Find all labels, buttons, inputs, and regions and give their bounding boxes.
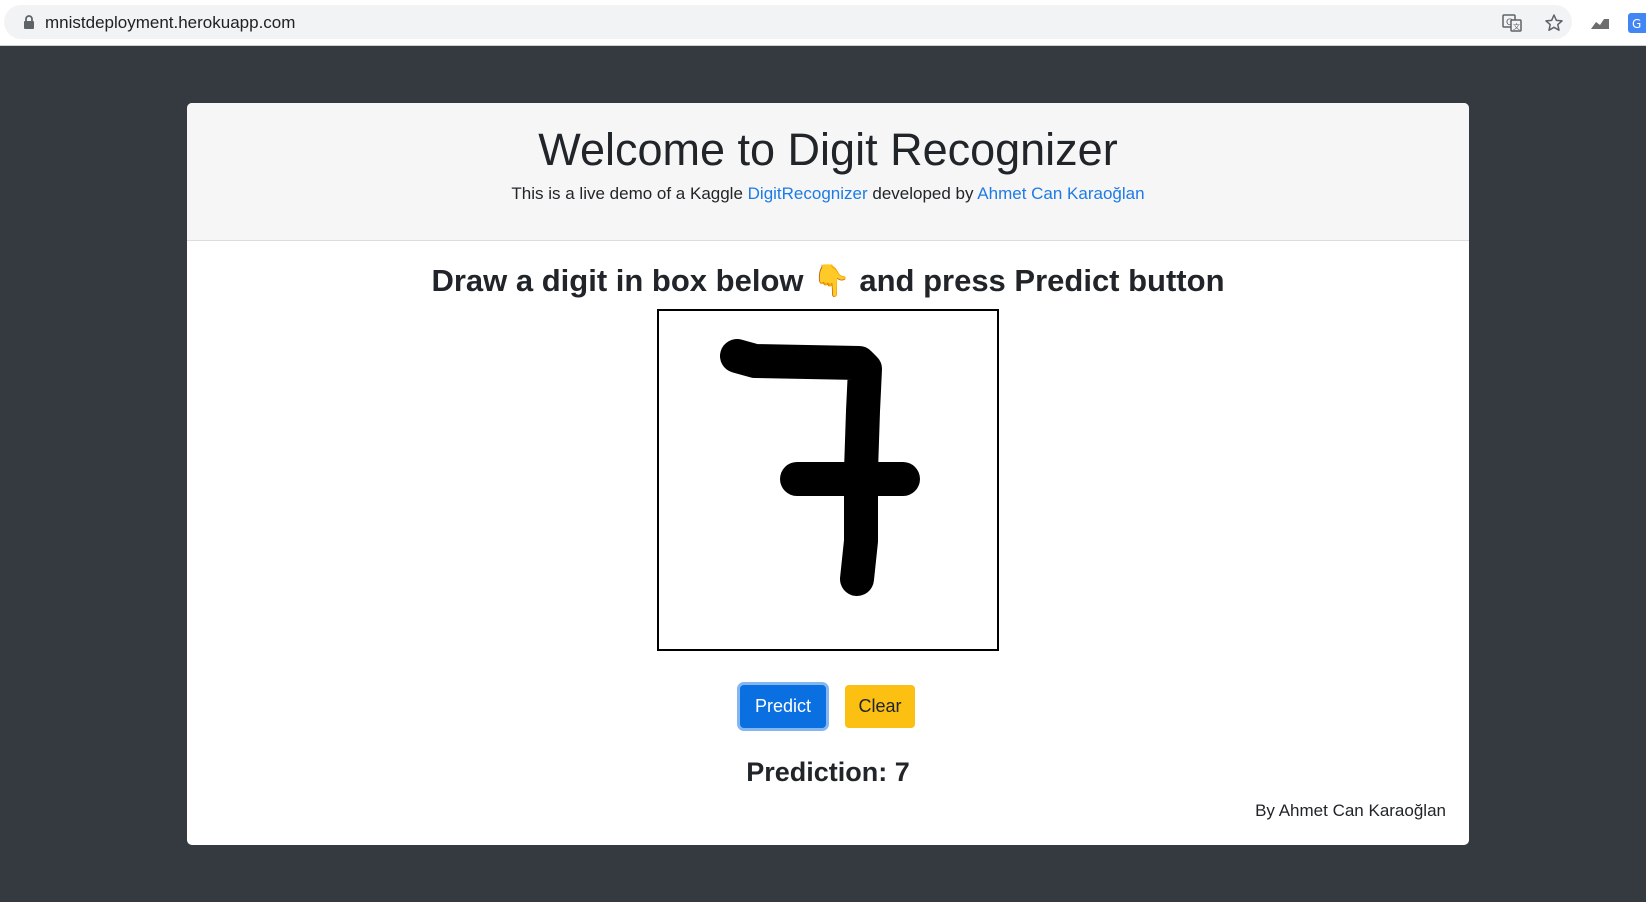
drawn-digit-strokes [720, 339, 920, 596]
google-extension-icon[interactable]: G [1628, 13, 1646, 33]
instruction-heading: Draw a digit in box below 👇 and press Pr… [187, 261, 1469, 301]
subtitle-middle: developed by [867, 184, 978, 203]
clear-button[interactable]: Clear [845, 685, 915, 728]
instruction-text-after: and press Predict button [850, 263, 1225, 298]
subtitle-prefix: This is a live demo of a Kaggle [511, 184, 748, 203]
footer-credit: By Ahmet Can Karaoğlan [1255, 801, 1446, 820]
address-bar[interactable]: mnistdeployment.herokuapp.com G 文 [4, 5, 1572, 39]
svg-text:G: G [1632, 17, 1641, 31]
pointing-down-icon: 👇 [812, 263, 851, 298]
predict-button[interactable]: Predict [740, 685, 826, 728]
lock-icon[interactable] [22, 15, 36, 29]
main-card: Welcome to Digit Recognizer This is a li… [187, 103, 1469, 845]
instruction-text-before: Draw a digit in box below [431, 263, 813, 298]
browser-toolbar: mnistdeployment.herokuapp.com G 文 G [0, 0, 1646, 46]
translate-icon[interactable]: G 文 [1502, 13, 1522, 33]
prediction-result: Prediction: 7 [187, 755, 1469, 789]
prediction-value: 7 [894, 757, 910, 787]
star-icon[interactable] [1544, 13, 1564, 33]
prediction-label: Prediction: [746, 757, 888, 787]
card-header: Welcome to Digit Recognizer This is a li… [187, 103, 1469, 241]
page-subtitle: This is a live demo of a Kaggle DigitRec… [187, 183, 1469, 205]
extension-icon[interactable] [1590, 13, 1610, 33]
svg-text:文: 文 [1513, 22, 1520, 31]
drawing-canvas[interactable] [657, 309, 999, 651]
digitrecognizer-link[interactable]: DigitRecognizer [748, 184, 868, 203]
author-link[interactable]: Ahmet Can Karaoğlan [977, 184, 1144, 203]
page-title: Welcome to Digit Recognizer [538, 124, 1118, 175]
url-text[interactable]: mnistdeployment.herokuapp.com [45, 13, 295, 33]
